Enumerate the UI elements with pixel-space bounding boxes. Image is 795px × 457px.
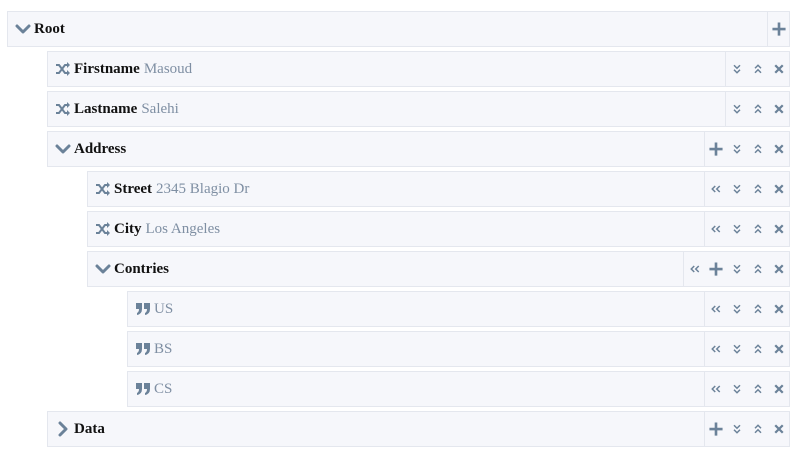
- field-value: Masoud: [143, 61, 193, 77]
- shuffle-icon[interactable]: [94, 180, 112, 198]
- angle-double-up-icon[interactable]: [747, 292, 768, 326]
- array-value: CS: [154, 381, 173, 397]
- angle-double-up-icon[interactable]: [747, 372, 768, 406]
- angle-double-up-icon[interactable]: [747, 332, 768, 366]
- node-actions: [725, 52, 789, 86]
- angle-double-left-icon[interactable]: [705, 292, 726, 326]
- node-actions: [704, 132, 789, 166]
- node-label: Contries: [114, 261, 169, 277]
- close-icon[interactable]: [768, 212, 789, 246]
- shuffle-icon[interactable]: [94, 220, 112, 238]
- angle-double-left-icon[interactable]: [684, 252, 705, 286]
- node-actions: [767, 12, 789, 46]
- angle-double-down-icon[interactable]: [726, 412, 747, 446]
- chevron-down-icon[interactable]: [54, 140, 72, 158]
- close-icon[interactable]: [768, 132, 789, 166]
- tree-node-data[interactable]: Data: [47, 411, 790, 447]
- tree-node-street[interactable]: Street 2345 Blagio Dr: [87, 171, 790, 207]
- tree-node-contries-item[interactable]: US: [127, 291, 790, 327]
- field-value: Salehi: [141, 101, 179, 117]
- angle-double-left-icon[interactable]: [705, 332, 726, 366]
- node-actions: [725, 92, 789, 126]
- tree-node-contries-item[interactable]: BS: [127, 331, 790, 367]
- plus-icon[interactable]: [768, 12, 789, 46]
- angle-double-up-icon[interactable]: [747, 212, 768, 246]
- node-label: Root: [34, 21, 65, 37]
- node-label: Data: [74, 421, 105, 437]
- quote-icon: [134, 380, 152, 398]
- node-actions: [704, 172, 789, 206]
- tree-node-root[interactable]: Root: [7, 11, 790, 47]
- angle-double-up-icon[interactable]: [747, 132, 768, 166]
- chevron-down-icon[interactable]: [94, 260, 112, 278]
- node-actions: [704, 412, 789, 446]
- angle-double-left-icon[interactable]: [705, 372, 726, 406]
- angle-double-left-icon[interactable]: [705, 212, 726, 246]
- close-icon[interactable]: [768, 92, 789, 126]
- angle-double-up-icon[interactable]: [747, 92, 768, 126]
- field-value: 2345 Blagio Dr: [156, 181, 250, 197]
- tree-node-firstname[interactable]: Firstname Masoud: [47, 51, 790, 87]
- angle-double-up-icon[interactable]: [747, 412, 768, 446]
- angle-double-down-icon[interactable]: [726, 92, 747, 126]
- angle-double-down-icon[interactable]: [726, 52, 747, 86]
- shuffle-icon[interactable]: [54, 60, 72, 78]
- angle-double-up-icon[interactable]: [747, 52, 768, 86]
- node-actions: [704, 292, 789, 326]
- close-icon[interactable]: [768, 412, 789, 446]
- field-key: Lastname: [74, 101, 138, 117]
- shuffle-icon[interactable]: [54, 100, 72, 118]
- field-key: Firstname: [74, 61, 140, 77]
- node-actions: [704, 212, 789, 246]
- angle-double-down-icon[interactable]: [726, 332, 747, 366]
- quote-icon: [134, 340, 152, 358]
- angle-double-down-icon[interactable]: [726, 212, 747, 246]
- node-actions: [683, 252, 789, 286]
- plus-icon[interactable]: [705, 132, 726, 166]
- tree-node-lastname[interactable]: Lastname Salehi: [47, 91, 790, 127]
- close-icon[interactable]: [768, 292, 789, 326]
- plus-icon[interactable]: [705, 252, 726, 286]
- close-icon[interactable]: [768, 252, 789, 286]
- angle-double-down-icon[interactable]: [726, 372, 747, 406]
- tree-node-city[interactable]: City Los Angeles: [87, 211, 790, 247]
- node-label: Address: [74, 141, 127, 157]
- tree-node-address[interactable]: Address: [47, 131, 790, 167]
- field-key: Street: [114, 181, 153, 197]
- plus-icon[interactable]: [705, 412, 726, 446]
- angle-double-up-icon[interactable]: [747, 252, 768, 286]
- angle-double-left-icon[interactable]: [705, 172, 726, 206]
- angle-double-down-icon[interactable]: [726, 132, 747, 166]
- node-actions: [704, 372, 789, 406]
- close-icon[interactable]: [768, 52, 789, 86]
- close-icon[interactable]: [768, 372, 789, 406]
- array-value: BS: [154, 341, 173, 357]
- close-icon[interactable]: [768, 172, 789, 206]
- array-value: US: [154, 301, 174, 317]
- chevron-right-icon[interactable]: [54, 420, 72, 438]
- close-icon[interactable]: [768, 332, 789, 366]
- angle-double-up-icon[interactable]: [747, 172, 768, 206]
- field-value: Los Angeles: [145, 221, 221, 237]
- tree-node-contries[interactable]: Contries: [87, 251, 790, 287]
- angle-double-down-icon[interactable]: [726, 292, 747, 326]
- quote-icon: [134, 300, 152, 318]
- tree-node-contries-item[interactable]: CS: [127, 371, 790, 407]
- node-actions: [704, 332, 789, 366]
- chevron-down-icon[interactable]: [14, 20, 32, 38]
- angle-double-down-icon[interactable]: [726, 252, 747, 286]
- angle-double-down-icon[interactable]: [726, 172, 747, 206]
- field-key: City: [114, 221, 142, 237]
